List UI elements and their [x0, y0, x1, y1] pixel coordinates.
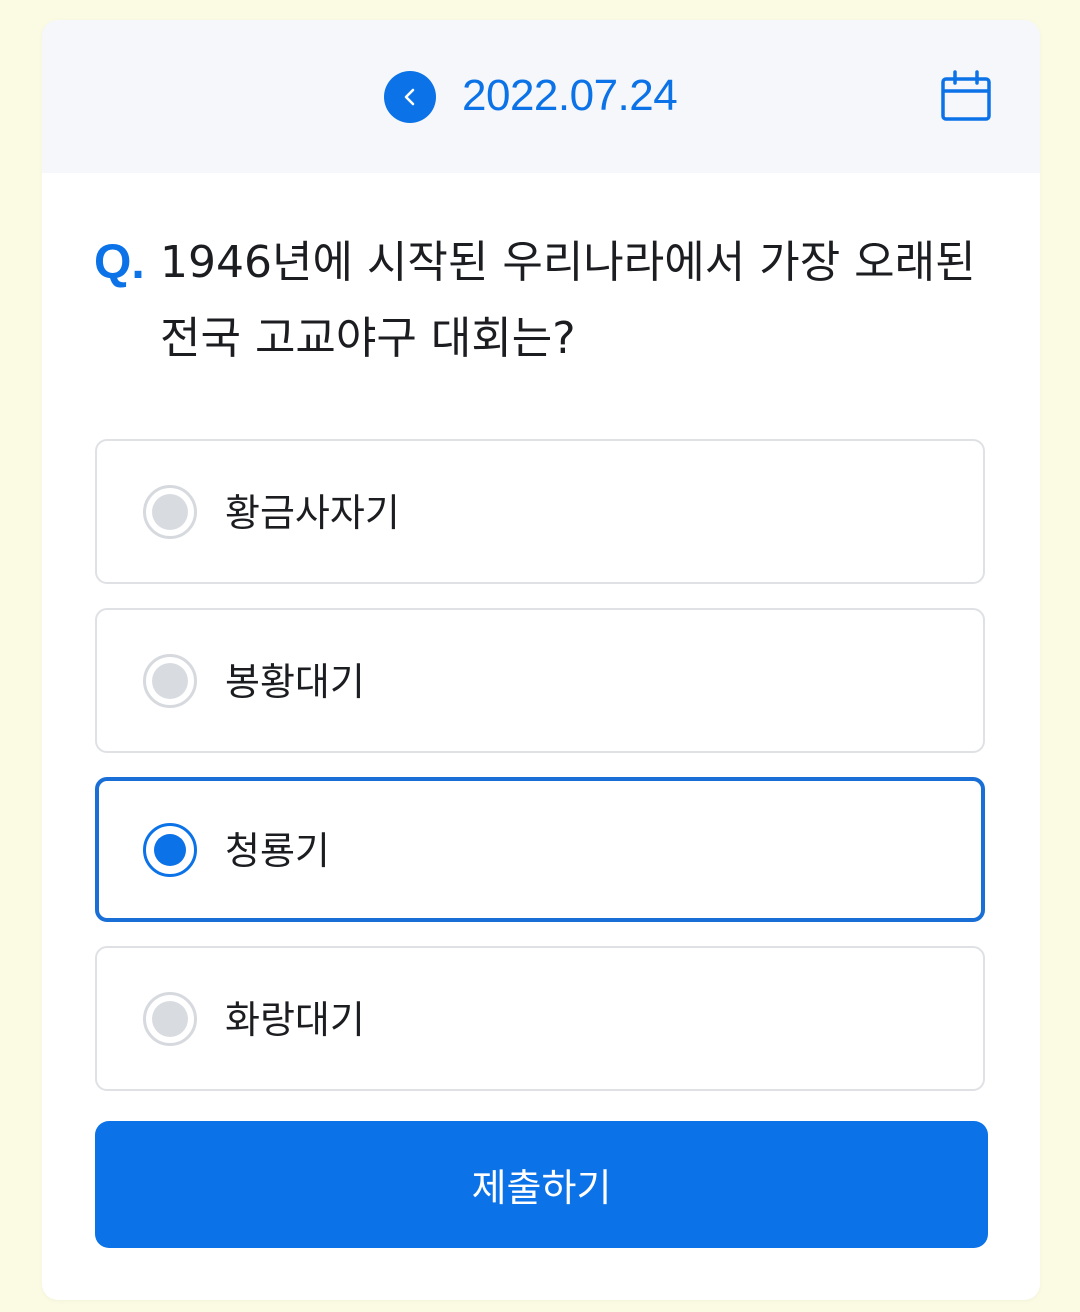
date-label: 2022.07.24 — [462, 71, 678, 120]
quiz-card: 2022.07.24 Q. 1946년에 시작된 우리나라에서 가장 오래된 전… — [42, 20, 1040, 1300]
question-prefix: Q. — [94, 236, 145, 289]
option-1[interactable]: 황금사자기 — [95, 439, 985, 584]
chevron-left-icon — [404, 88, 415, 106]
date-header: 2022.07.24 — [42, 20, 1040, 173]
calendar-button[interactable] — [940, 70, 992, 124]
option-label: 황금사자기 — [225, 491, 400, 535]
radio-button-selected[interactable] — [143, 823, 197, 877]
option-label: 봉황대기 — [225, 660, 365, 704]
radio-button[interactable] — [143, 654, 197, 708]
calendar-icon — [941, 70, 991, 121]
option-label: 청룡기 — [225, 829, 330, 873]
option-2[interactable]: 봉황대기 — [95, 608, 985, 753]
option-3-selected[interactable]: 청룡기 — [95, 777, 985, 922]
previous-date-button[interactable] — [384, 71, 436, 123]
radio-button[interactable] — [143, 992, 197, 1046]
question-text: 1946년에 시작된 우리나라에서 가장 오래된 전국 고교야구 대회는? — [160, 237, 976, 364]
radio-button[interactable] — [143, 485, 197, 539]
option-4[interactable]: 화랑대기 — [95, 946, 985, 1091]
option-label: 화랑대기 — [225, 998, 365, 1042]
submit-button[interactable]: 제출하기 — [95, 1121, 988, 1248]
